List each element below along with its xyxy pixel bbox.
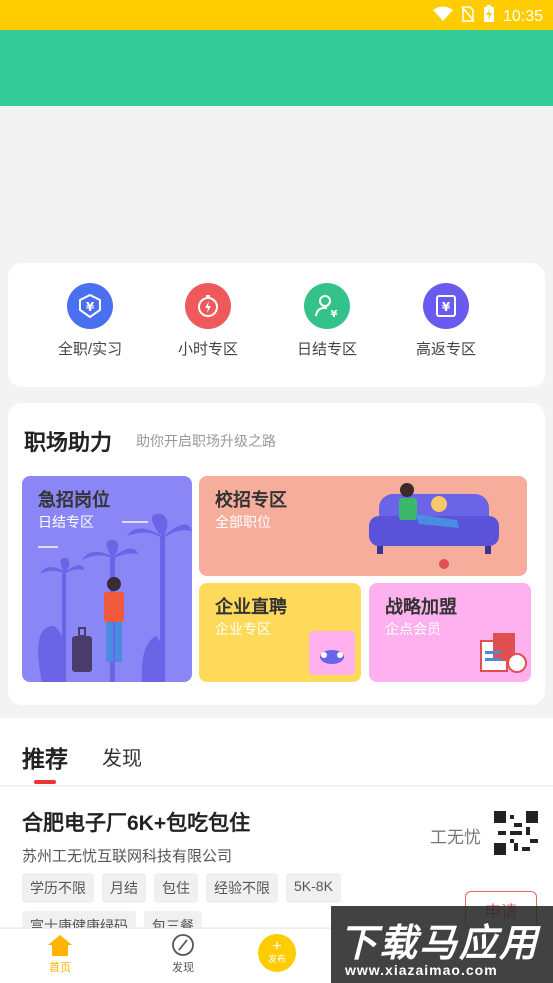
clock: 10:35 (502, 7, 543, 25)
nav-home[interactable]: 首页 (30, 933, 90, 975)
no-sim-icon (461, 6, 475, 27)
svg-text:¥: ¥ (86, 300, 95, 314)
qr-code-icon (494, 811, 538, 855)
job-brand: 工无忧 (430, 828, 481, 847)
tile-title: 战略加盟 (385, 597, 457, 617)
watermark-overlay: 下载马应用 www.xiazaimao.com (331, 906, 553, 983)
job-title: 合肥电子厂6K+包吃包住 (22, 812, 251, 835)
svg-text:¥: ¥ (331, 309, 338, 320)
job-tag: 经验不限 (206, 873, 278, 903)
active-tab-indicator (34, 780, 56, 784)
category-daily[interactable]: ¥ 日结专区 (272, 283, 382, 359)
tile-campus-recruit[interactable]: 校招专区 全部职位 (199, 476, 527, 576)
tile-subtitle: 企点会员 (385, 621, 441, 637)
tile-title: 企业直聘 (215, 597, 287, 617)
job-tag: 学历不限 (22, 873, 94, 903)
company-illustration (309, 631, 355, 675)
feed-tabs: 推荐 发现 (0, 718, 553, 786)
yen-card-icon: ¥ (423, 283, 469, 329)
watermark-url: www.xiazaimao.com (345, 962, 498, 978)
category-cashback[interactable]: ¥ 高返专区 (391, 283, 501, 359)
wifi-icon (432, 6, 453, 27)
tile-direct-hire[interactable]: 企业直聘 企业专区 (199, 583, 361, 682)
nav-discover[interactable]: 发现 (153, 933, 213, 975)
tab-recommend[interactable]: 推荐 (22, 740, 68, 774)
category-fulltime[interactable]: ¥ 全职/实习 (35, 283, 145, 359)
category-label: 小时专区 (177, 341, 238, 358)
svg-text:¥: ¥ (442, 300, 451, 314)
stopwatch-icon (185, 283, 231, 329)
category-label: 日结专区 (296, 341, 357, 358)
palm-traveler-illustration (38, 513, 192, 682)
section-subtitle: 助你开启职场升级之路 (136, 433, 276, 449)
category-hourly[interactable]: 小时专区 (153, 283, 263, 359)
job-company: 苏州工无忧互联网科技有限公司 (22, 848, 233, 865)
nav-label: 发现 (172, 962, 194, 974)
category-card: ¥ 全职/实习 小时专区 ¥ 日结专区 ¥ 高返专区 (8, 263, 545, 387)
documents-illustration (480, 633, 527, 673)
nav-label: 发布 (267, 954, 286, 964)
watermark-text: 下载马应用 (339, 923, 540, 965)
plus-icon: + (272, 938, 282, 955)
tile-subtitle: 企业专区 (215, 621, 271, 637)
nav-label: 首页 (49, 962, 71, 974)
job-tag: 5K-8K (286, 873, 341, 903)
compass-icon (172, 934, 194, 956)
tile-title: 校招专区 (215, 490, 287, 510)
sofa-reader-illustration (369, 483, 499, 569)
status-bar: 10:35 (0, 0, 553, 30)
battery-charging-icon (483, 5, 495, 28)
tile-alliance[interactable]: 战略加盟 企点会员 (369, 583, 531, 682)
home-icon (48, 935, 72, 956)
tile-urgent-jobs[interactable]: 急招岗位 日结专区 (22, 476, 192, 682)
job-tag: 月结 (102, 873, 146, 903)
category-label: 高返专区 (415, 341, 476, 358)
section-title: 职场助力 (24, 430, 113, 455)
category-label: 全职/实习 (57, 341, 123, 358)
job-tag: 包住 (154, 873, 198, 903)
header-banner (0, 30, 553, 106)
career-help-card: 职场助力 助你开启职场升级之路 急招岗位 日结专区 校招专区 全部职位 企业直聘… (8, 403, 545, 705)
person-yen-icon: ¥ (304, 283, 350, 329)
carousel-area[interactable] (0, 106, 553, 258)
tab-discover[interactable]: 发现 (102, 742, 142, 771)
yen-shield-icon: ¥ (67, 283, 113, 329)
publish-button[interactable]: + 发布 (258, 934, 296, 972)
tile-subtitle: 全部职位 (215, 514, 271, 530)
